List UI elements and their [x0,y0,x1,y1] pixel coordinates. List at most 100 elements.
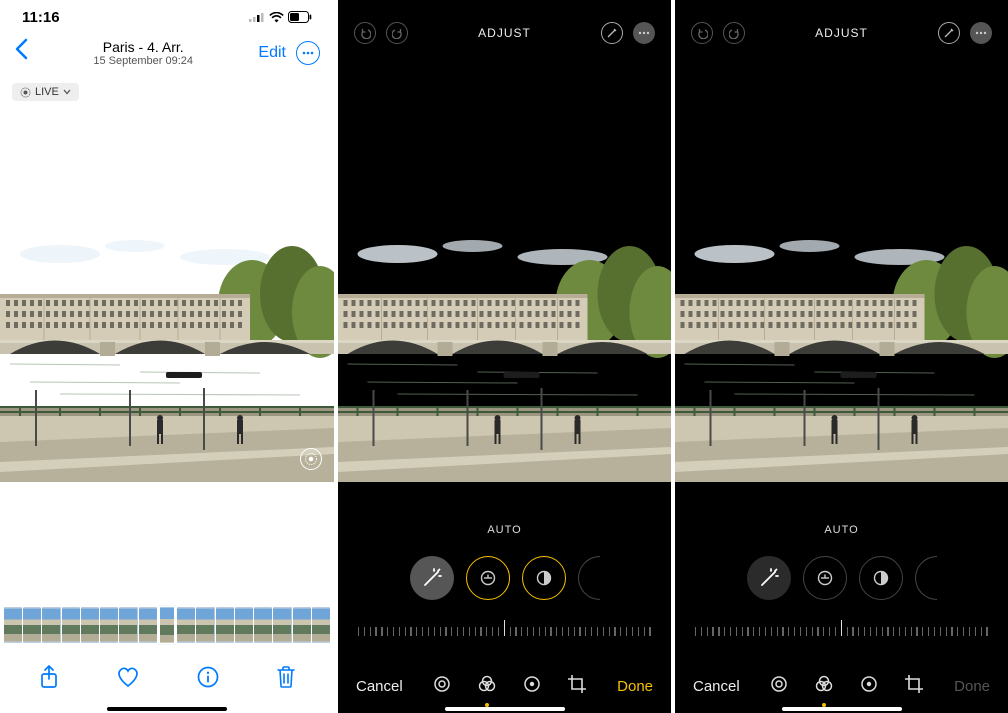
thumbnail[interactable] [62,607,80,643]
adjust-icon [770,675,788,693]
filters-icon [814,674,834,694]
wand-icon [758,567,780,589]
info-button[interactable] [197,666,219,694]
editor-mode-title: ADJUST [478,26,531,40]
thumbnail[interactable] [254,607,272,643]
status-bar: 11:16 [0,0,334,34]
photo-editor-panel-initial: ADJUST AUTO Cancel Done [675,0,1008,713]
title-block: Paris - 4. Arr. 15 September 09:24 [28,39,258,67]
brilliance-tool[interactable] [859,556,903,600]
photo-viewer-panel: 11:16 Paris - 4. Arr. 15 September 09:24… [0,0,334,713]
thumbnail[interactable] [293,607,311,643]
editor-mode-title: ADJUST [815,26,868,40]
cancel-button[interactable]: Cancel [693,678,740,695]
crop-tab[interactable] [567,674,587,699]
adjustment-tools-row [338,556,671,600]
contrast-icon [535,569,553,587]
thumbnail[interactable] [23,607,41,643]
cancel-button[interactable]: Cancel [356,678,403,695]
next-tool-partial[interactable] [578,556,600,600]
filters-tab[interactable] [814,674,834,699]
ellipsis-icon [302,51,314,55]
markup-button[interactable] [938,22,960,44]
edit-button[interactable]: Edit [258,44,286,62]
redo-button[interactable] [723,22,745,44]
live-label: LIVE [35,86,59,98]
thumbnail[interactable] [273,607,291,643]
adjust-tab[interactable] [770,675,788,698]
brilliance-tool[interactable] [522,556,566,600]
more-options-button[interactable] [970,22,992,44]
toolbar [0,657,334,703]
adjustment-slider[interactable] [358,614,651,636]
live-icon [20,87,31,98]
exposure-icon [479,569,497,587]
favorite-button[interactable] [116,666,140,694]
thumbnail[interactable] [119,607,137,643]
editor-photo[interactable] [675,232,1008,482]
wand-icon [421,567,443,589]
status-time: 11:16 [22,9,60,26]
contrast-icon [872,569,890,587]
adjust-icon [433,675,451,693]
date-subtitle: 15 September 09:24 [28,55,258,67]
photo-editor-panel-adjusted: ADJUST AUTO Cancel Done [338,0,671,713]
thumbnail-selected[interactable] [158,605,176,645]
thumbnail[interactable] [216,607,234,643]
filters-tab[interactable] [477,674,497,699]
battery-icon [288,11,312,23]
thumbnail[interactable] [42,607,60,643]
editor-photo[interactable] [338,232,671,482]
exposure-tool[interactable] [803,556,847,600]
markup-button[interactable] [601,22,623,44]
thumbnail[interactable] [312,607,330,643]
thumbnail[interactable] [4,607,22,643]
share-button[interactable] [39,665,59,695]
undo-button[interactable] [354,22,376,44]
auto-enhance-tool[interactable] [747,556,791,600]
portrait-tab[interactable] [860,675,878,698]
thumbnail-strip[interactable] [0,607,334,643]
adjust-tab[interactable] [433,675,451,698]
thumbnail[interactable] [139,607,157,643]
wifi-icon [269,12,284,23]
filters-icon [477,674,497,694]
chevron-down-icon [63,89,71,95]
thumbnail[interactable] [196,607,214,643]
editor-bottom-bar: Cancel Done [338,674,671,699]
home-indicator [445,707,565,711]
crop-tab[interactable] [904,674,924,699]
adjustment-slider[interactable] [695,614,988,636]
auto-enhance-tool[interactable] [410,556,454,600]
thumbnail[interactable] [81,607,99,643]
thumbnail[interactable] [177,607,195,643]
thumbnail[interactable] [100,607,118,643]
live-photo-chip[interactable]: LIVE [12,83,79,101]
portrait-tab[interactable] [523,675,541,698]
location-title: Paris - 4. Arr. [28,39,258,55]
adjustment-name: AUTO [338,524,671,536]
done-button[interactable]: Done [617,678,653,695]
home-indicator [107,707,227,711]
editor-top-bar: ADJUST [675,0,1008,44]
main-photo[interactable] [0,232,334,482]
crop-icon [567,674,587,694]
more-options-button[interactable] [296,41,320,65]
home-indicator [782,707,902,711]
done-button: Done [954,678,990,695]
more-options-button[interactable] [633,22,655,44]
aperture-icon [523,675,541,693]
thumbnail[interactable] [235,607,253,643]
delete-button[interactable] [276,665,296,695]
adjustment-name: AUTO [675,524,1008,536]
aperture-icon [860,675,878,693]
redo-button[interactable] [386,22,408,44]
exposure-tool[interactable] [466,556,510,600]
cellular-icon [249,12,265,22]
status-icons [249,11,312,23]
editor-top-bar: ADJUST [338,0,671,44]
next-tool-partial[interactable] [915,556,937,600]
undo-button[interactable] [691,22,713,44]
back-button[interactable] [14,38,28,67]
nav-bar: Paris - 4. Arr. 15 September 09:24 Edit [0,34,334,77]
